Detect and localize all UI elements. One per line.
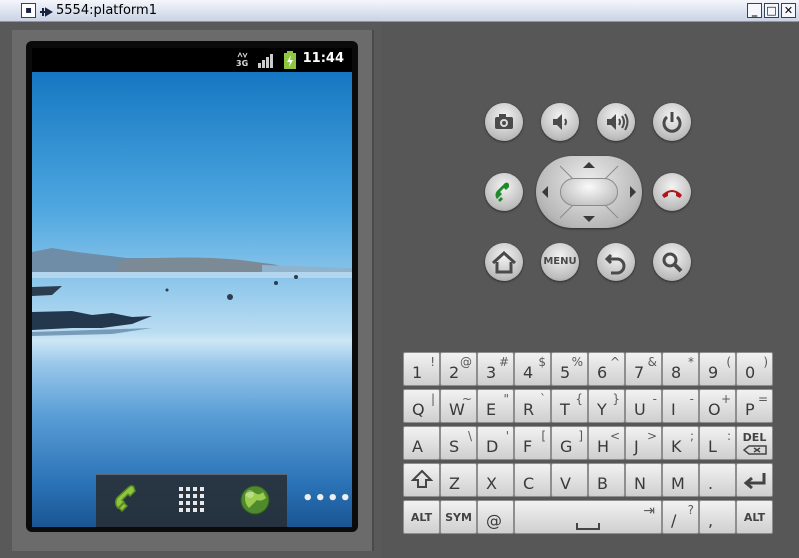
signal-strength-icon (258, 52, 276, 68)
camera-icon (495, 114, 513, 129)
window-title: 5554:platform1 (56, 3, 157, 18)
key-k[interactable]: K; (662, 426, 699, 460)
menu-button[interactable]: MENU (541, 243, 579, 281)
key-shift[interactable] (403, 463, 440, 497)
key-period[interactable]: . (699, 463, 736, 497)
key-p[interactable]: P = (736, 389, 773, 423)
key-r[interactable]: R ` (514, 389, 551, 423)
svg-text:3G: 3G (236, 59, 248, 68)
search-icon (662, 252, 683, 273)
key-m[interactable]: M (662, 463, 699, 497)
power-button[interactable] (653, 103, 691, 141)
volume-up-button[interactable] (597, 103, 635, 141)
key-del[interactable]: DEL (736, 426, 773, 460)
space-bar-icon (576, 523, 600, 530)
battery-charging-icon (284, 51, 296, 69)
key-enter[interactable] (736, 463, 773, 497)
back-icon (604, 253, 626, 275)
more-indicator[interactable]: •••• (302, 488, 352, 509)
end-call-icon (662, 190, 682, 198)
key-x[interactable]: X (477, 463, 514, 497)
key-i[interactable]: I- (662, 389, 699, 423)
key-4[interactable]: 4 $ (514, 352, 551, 386)
key-0[interactable]: 0) (736, 352, 773, 386)
key-5[interactable]: 5% (551, 352, 588, 386)
key-s[interactable]: S \ (440, 426, 477, 460)
lake-landscape-image (32, 248, 352, 336)
key-y[interactable]: Y} (588, 389, 625, 423)
key-v[interactable]: V (551, 463, 588, 497)
close-button[interactable]: ✕ (781, 3, 796, 18)
camera-button[interactable] (485, 103, 523, 141)
dpad-left-icon[interactable] (542, 186, 548, 198)
power-icon (662, 112, 682, 133)
backspace-icon (743, 445, 767, 455)
key-w[interactable]: W ~ (440, 389, 477, 423)
key-2[interactable]: 2 @ (440, 352, 477, 386)
key-sym[interactable]: SYM (440, 500, 477, 534)
volume-down-button[interactable] (541, 103, 579, 141)
key-l[interactable]: L: (699, 426, 736, 460)
key-7[interactable]: 7 & (625, 352, 662, 386)
call-icon (495, 182, 509, 202)
key-f[interactable]: F[ (514, 426, 551, 460)
back-button[interactable] (597, 243, 635, 281)
minimize-button[interactable]: _ (747, 3, 762, 18)
status-bar[interactable]: 3G 11:44 (32, 48, 352, 72)
key-b[interactable]: B (588, 463, 625, 497)
window-title-bar: ▪ 5554:platform1 _ □ ✕ (0, 0, 799, 22)
network-3g-icon: 3G (236, 51, 248, 68)
key-9[interactable]: 9( (699, 352, 736, 386)
key-comma[interactable]: , (699, 500, 736, 534)
key-slash[interactable]: /? (662, 500, 699, 534)
key-space[interactable]: ⇥ (514, 500, 662, 534)
globe-icon[interactable] (239, 484, 271, 516)
qwerty-keyboard: 1! 2 @ 3 # 4 $ 5% 6 ^ 7 & 8 * 9( 0) Q | W ~ E " R… (403, 352, 775, 534)
search-button[interactable] (653, 243, 691, 281)
end-call-button[interactable] (653, 173, 691, 211)
key-alt-right[interactable]: ALT (736, 500, 773, 534)
key-1[interactable]: 1! (403, 352, 440, 386)
key-g[interactable]: G] (551, 426, 588, 460)
phone-icon[interactable] (110, 481, 146, 517)
home-button[interactable] (485, 243, 523, 281)
apps-grid-icon[interactable] (177, 485, 207, 515)
key-o[interactable]: O + (699, 389, 736, 423)
call-button[interactable] (485, 173, 523, 211)
dpad-down-icon[interactable] (583, 216, 595, 222)
volume-up-icon (607, 113, 629, 131)
key-a[interactable]: A (403, 426, 440, 460)
key-t[interactable]: T{ (551, 389, 588, 423)
enter-icon (743, 473, 766, 490)
volume-down-icon (553, 114, 567, 130)
key-h[interactable]: H < (588, 426, 625, 460)
key-d[interactable]: D ' (477, 426, 514, 460)
dpad[interactable] (536, 156, 642, 228)
key-3[interactable]: 3 # (477, 352, 514, 386)
pin-icon[interactable] (39, 4, 53, 17)
key-u[interactable]: U- (625, 389, 662, 423)
key-8[interactable]: 8 * (662, 352, 699, 386)
maximize-button[interactable]: □ (764, 3, 779, 18)
key-6[interactable]: 6 ^ (588, 352, 625, 386)
home-icon (491, 250, 517, 274)
home-wallpaper[interactable]: •••• (32, 72, 352, 527)
key-e[interactable]: E " (477, 389, 514, 423)
dpad-up-icon[interactable] (583, 162, 595, 168)
key-c[interactable]: C (514, 463, 551, 497)
key-j[interactable]: J > (625, 426, 662, 460)
tab-arrow-icon: ⇥ (643, 503, 655, 519)
dpad-right-icon[interactable] (630, 186, 636, 198)
menu-button-label: MENU (543, 256, 577, 267)
key-n[interactable]: N (625, 463, 662, 497)
app-menu-icon[interactable]: ▪ (21, 3, 36, 18)
key-alt-left[interactable]: ALT (403, 500, 440, 534)
status-time: 11:44 (302, 51, 344, 66)
key-z[interactable]: Z (440, 463, 477, 497)
shift-icon (411, 469, 433, 488)
key-at[interactable]: @ (477, 500, 514, 534)
key-q[interactable]: Q | (403, 389, 440, 423)
dpad-center-button[interactable] (560, 178, 618, 206)
